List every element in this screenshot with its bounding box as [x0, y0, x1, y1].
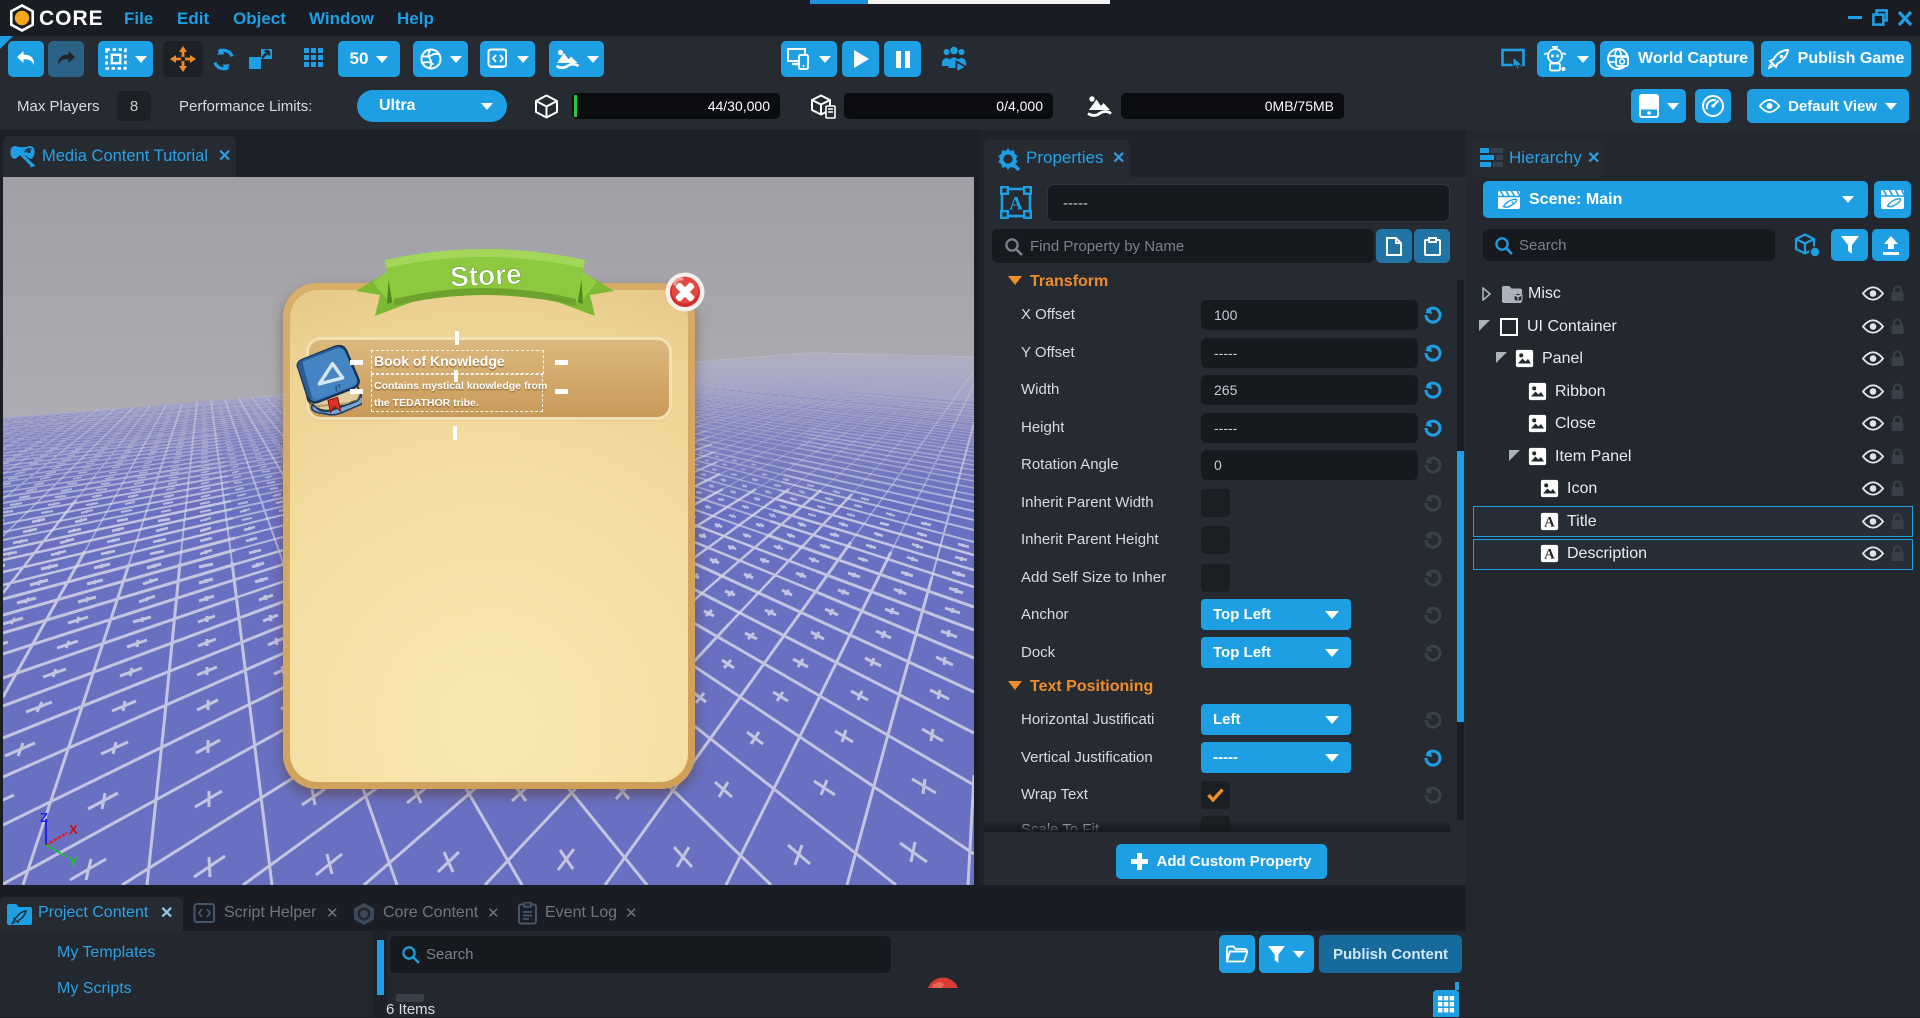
- svg-text:CORE: CORE: [39, 7, 104, 30]
- svg-text:Z: Z: [40, 810, 48, 825]
- svg-text:Y: Y: [69, 854, 78, 869]
- svg-text:A: A: [1009, 194, 1023, 215]
- svg-text:X: X: [69, 822, 78, 837]
- svg-text:A: A: [1544, 547, 1555, 563]
- svg-text:A: A: [1544, 514, 1555, 530]
- svg-text:Store: Store: [449, 258, 522, 292]
